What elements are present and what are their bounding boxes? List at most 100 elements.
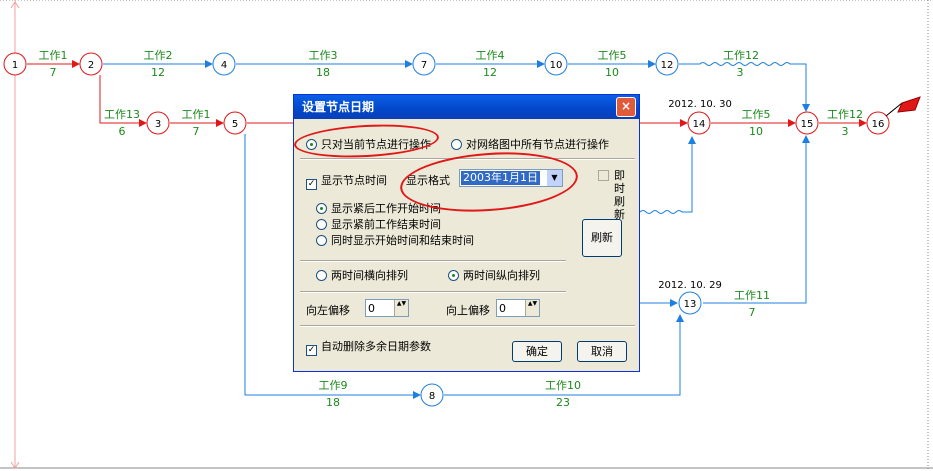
edge-13-15 <box>703 135 810 304</box>
node-2: 2 <box>79 52 103 76</box>
svg-text:12: 12 <box>661 60 674 71</box>
up-offset-label: 向上偏移 <box>446 304 490 317</box>
task-label: 工作1 <box>39 49 68 62</box>
edge-wavy-to-14 <box>639 136 696 214</box>
node-16: 16 <box>866 111 890 135</box>
auto-delete-label: 自动删除多余日期参数 <box>321 340 431 353</box>
svg-text:5: 5 <box>232 119 238 130</box>
node-7: 7 <box>412 52 436 76</box>
left-offset-label: 向左偏移 <box>306 304 350 317</box>
task-label: 工作12 <box>723 49 759 62</box>
radio-circle-icon <box>316 235 327 246</box>
task-duration: 7 <box>193 125 200 138</box>
layout-v-label: 两时间纵向排列 <box>463 269 540 282</box>
up-offset-value: 0 <box>499 302 506 315</box>
task-duration: 23 <box>556 396 570 409</box>
divider <box>300 325 635 327</box>
radio-scope-all-label: 对网络图中所有节点进行操作 <box>466 138 609 151</box>
node-3: 3 <box>146 111 170 135</box>
set-node-date-dialog: 设置节点日期 × 只对当前节点进行操作 对网络图中所有节点进行操作 ✓ 显示节点时… <box>293 94 640 372</box>
radio-opt-both[interactable]: 同时显示开始时间和结束时间 <box>316 232 474 248</box>
task-label: 工作5 <box>598 49 627 62</box>
node-14: 14 <box>687 111 711 135</box>
task-duration: 10 <box>605 66 619 79</box>
radio-scope-all[interactable]: 对网络图中所有节点进行操作 <box>451 136 609 152</box>
left-offset-stepper[interactable]: 0 ▲▼ <box>365 299 409 317</box>
node-5: 5 <box>223 111 247 135</box>
task-label: 工作1 <box>182 108 211 121</box>
node-date-14: 2012. 10. 30 <box>668 99 732 110</box>
ok-button[interactable]: 确定 <box>512 341 562 362</box>
node-date-13: 2012. 10. 29 <box>658 280 722 291</box>
checkbox-instant-refresh[interactable]: 即时刷新 <box>598 169 628 221</box>
node-1: 1 <box>3 52 27 76</box>
svg-text:4: 4 <box>221 60 227 71</box>
radio-circle-icon <box>316 219 327 230</box>
opt-end-label: 显示紧前工作结束时间 <box>331 218 441 231</box>
cancel-button[interactable]: 取消 <box>577 341 627 362</box>
radio-dot-icon <box>448 270 459 281</box>
svg-text:13: 13 <box>684 299 697 310</box>
up-offset-stepper[interactable]: 0 ▲▼ <box>496 299 540 317</box>
radio-circle-icon <box>316 270 327 281</box>
spin-arrows-icon[interactable]: ▲▼ <box>394 300 408 316</box>
show-time-label: 显示节点时间 <box>321 174 387 187</box>
radio-dot-icon <box>316 203 327 214</box>
divider <box>300 260 566 262</box>
task-duration: 7 <box>749 306 756 319</box>
refresh-button[interactable]: 刷新 <box>582 219 622 257</box>
end-flag-icon <box>885 96 921 117</box>
task-duration: 18 <box>316 66 330 79</box>
close-icon[interactable]: × <box>616 97 636 117</box>
radio-circle-icon <box>451 139 462 150</box>
checkbox-checked-icon: ✓ <box>306 179 317 190</box>
node-13: 13 <box>678 291 702 315</box>
task-duration: 18 <box>326 396 340 409</box>
task-label: 工作10 <box>545 379 581 392</box>
opt-both-label: 同时显示开始时间和结束时间 <box>331 234 474 247</box>
svg-text:3: 3 <box>155 119 161 130</box>
svg-text:2: 2 <box>88 60 94 71</box>
task-duration: 12 <box>151 66 165 79</box>
checkbox-auto-delete[interactable]: ✓ 自动删除多余日期参数 <box>306 338 431 356</box>
task-label: 工作9 <box>319 379 348 392</box>
checkbox-show-time[interactable]: ✓ 显示节点时间 <box>306 172 387 190</box>
task-duration: 3 <box>737 66 744 79</box>
radio-layout-h[interactable]: 两时间横向排列 <box>316 267 408 283</box>
spin-arrows-icon[interactable]: ▲▼ <box>525 300 539 316</box>
radio-opt-end[interactable]: 显示紧前工作结束时间 <box>316 216 441 232</box>
task-duration: 7 <box>50 66 57 79</box>
node-15: 15 <box>795 111 819 135</box>
task-duration: 12 <box>483 66 497 79</box>
task-label: 工作13 <box>104 108 140 121</box>
svg-text:7: 7 <box>421 60 427 71</box>
task-label: 工作5 <box>742 108 771 121</box>
task-label: 工作3 <box>309 49 338 62</box>
node-8: 8 <box>420 383 444 407</box>
task-label: 工作2 <box>144 49 173 62</box>
node-10: 10 <box>544 52 568 76</box>
checkbox-empty-icon <box>598 170 609 181</box>
svg-text:16: 16 <box>872 119 885 130</box>
task-label: 工作11 <box>734 289 770 302</box>
radio-layout-v[interactable]: 两时间纵向排列 <box>448 267 540 283</box>
divider <box>300 291 566 293</box>
dialog-titlebar: 设置节点日期 × <box>294 95 639 119</box>
svg-text:15: 15 <box>801 119 814 130</box>
checkbox-checked-icon: ✓ <box>306 345 317 356</box>
task-duration: 10 <box>749 125 763 138</box>
instant-refresh-label: 即时刷新 <box>614 169 625 221</box>
annotation-circle <box>293 121 440 161</box>
left-offset-value: 0 <box>368 302 375 315</box>
task-label: 工作12 <box>827 108 863 121</box>
task-label: 工作4 <box>476 49 505 62</box>
dialog-title: 设置节点日期 <box>302 100 375 114</box>
svg-text:1: 1 <box>12 60 18 71</box>
svg-text:14: 14 <box>693 119 706 130</box>
node-4: 4 <box>212 52 236 76</box>
svg-text:8: 8 <box>429 391 435 402</box>
task-duration: 6 <box>119 125 126 138</box>
layout-h-label: 两时间横向排列 <box>331 269 408 282</box>
task-duration: 3 <box>842 125 849 138</box>
svg-text:10: 10 <box>550 60 563 71</box>
